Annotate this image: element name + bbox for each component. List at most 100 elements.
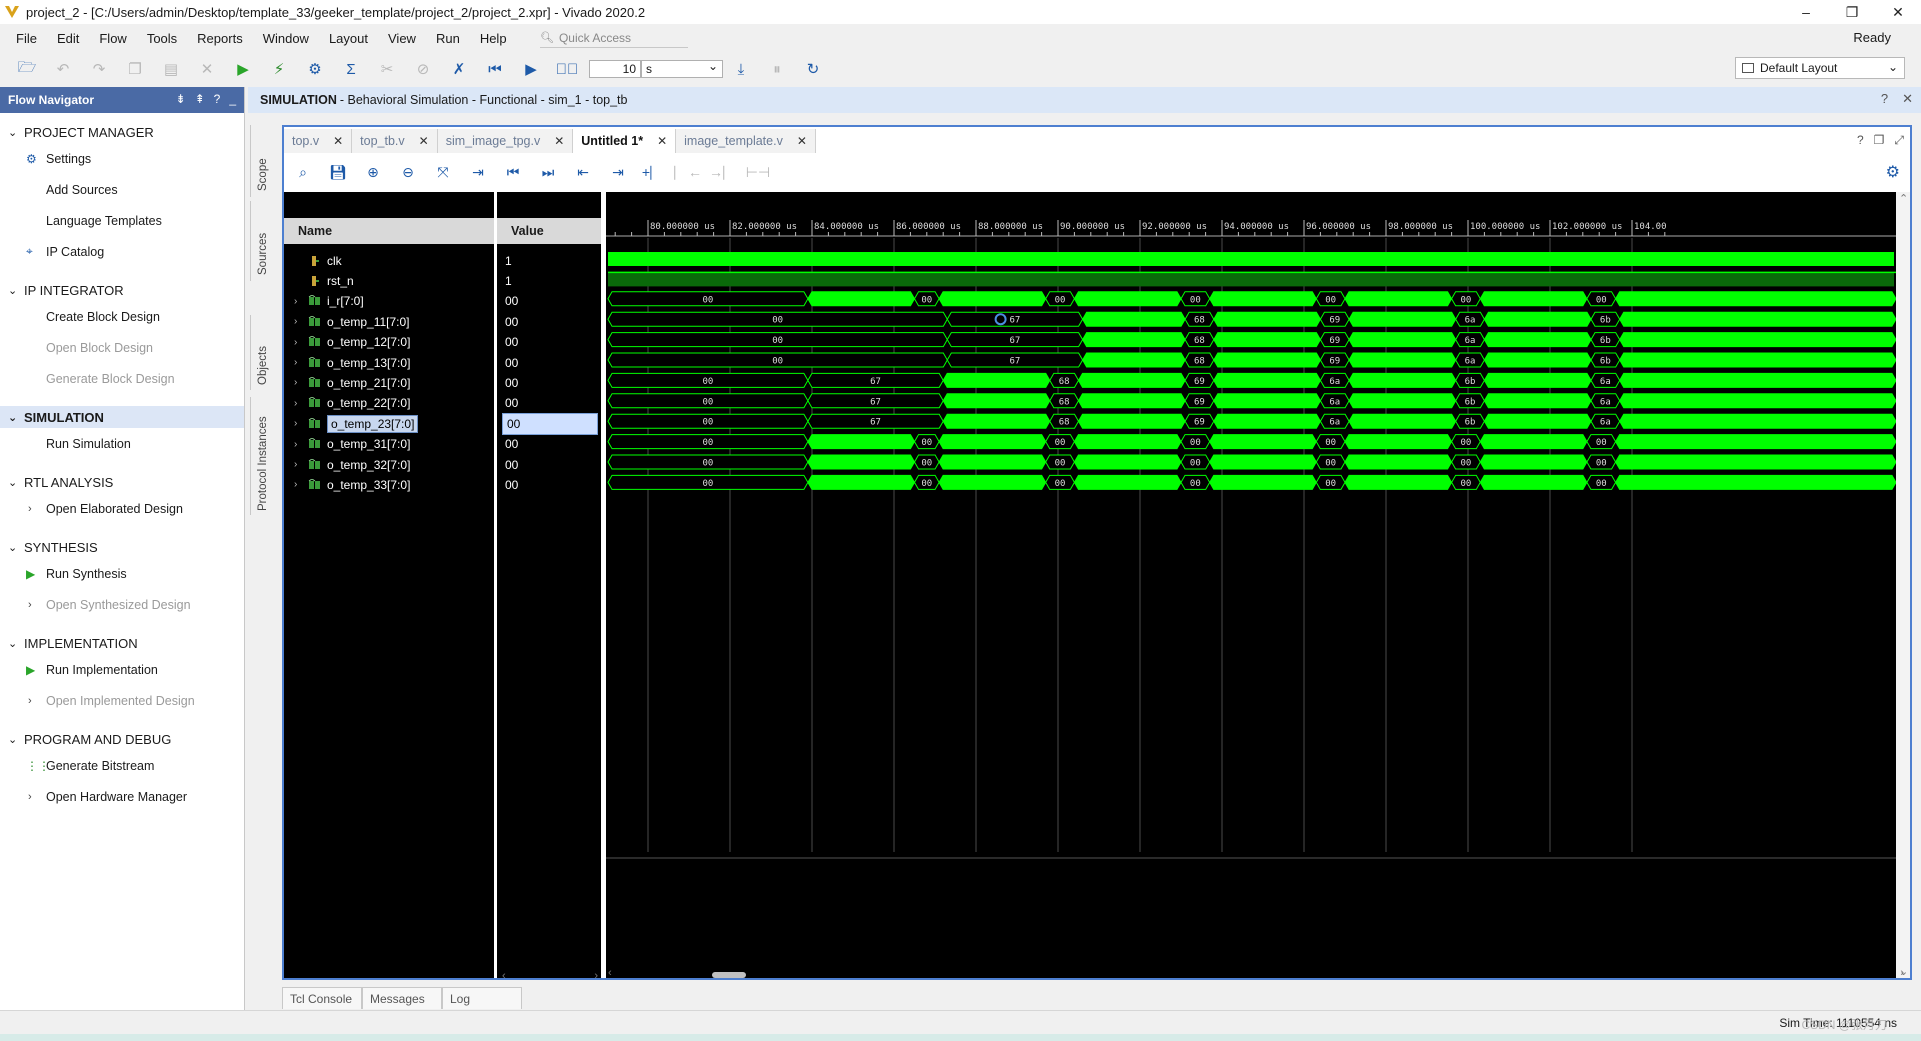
scroll-right-icon[interactable]: › — [594, 970, 598, 982]
menu-edit[interactable]: Edit — [47, 31, 89, 46]
restore-button[interactable]: ❐ — [1829, 0, 1875, 24]
menu-run[interactable]: Run — [426, 31, 470, 46]
step-icon[interactable]: ⤓ — [728, 57, 754, 81]
zoom-fit-icon[interactable]: ⤧ — [430, 161, 456, 183]
close-tab-icon[interactable]: ✕ — [797, 134, 807, 148]
nav-section-simulation[interactable]: ⌄ SIMULATION — [0, 406, 244, 428]
nav-item-add-sources[interactable]: Add Sources — [0, 174, 244, 205]
signal-value-row[interactable]: 00 — [497, 472, 601, 497]
nav-section-ip-integrator[interactable]: ⌄ IP INTEGRATOR — [0, 279, 244, 301]
program-device-icon[interactable]: ⚡ — [266, 57, 292, 81]
chevron-right-icon[interactable]: › — [28, 791, 32, 803]
copy-icon[interactable]: ❐ — [122, 57, 148, 81]
waveform-settings-gear-icon[interactable]: ⚙ — [1886, 162, 1900, 182]
help-icon[interactable]: ? — [1857, 133, 1864, 148]
minimize-button[interactable]: – — [1783, 0, 1829, 24]
run-time-input[interactable]: 10 — [589, 60, 641, 78]
signal-row[interactable]: › o_temp_33[7:0] — [284, 472, 494, 497]
menu-layout[interactable]: Layout — [319, 31, 378, 46]
nav-item-create-block-design[interactable]: Create Block Design — [0, 301, 244, 332]
scroll-right-icon[interactable]: › — [1900, 967, 1904, 979]
nav-item-open-implemented-design[interactable]: › Open Implemented Design — [0, 685, 244, 716]
nav-item-run-simulation[interactable]: Run Simulation — [0, 428, 244, 459]
go-to-end-icon[interactable]: ⏭ — [535, 161, 561, 183]
collapse-all-icon[interactable]: ⇟ — [176, 92, 186, 106]
close-tab-icon[interactable]: ✕ — [554, 134, 564, 148]
go-to-start-icon[interactable]: ⏮ — [500, 161, 526, 183]
close-tab-icon[interactable]: ✕ — [657, 134, 667, 148]
break-icon[interactable]: ⏸ — [764, 57, 790, 81]
tool-disabled-2-icon[interactable]: ⊘ — [410, 57, 436, 81]
editor-tab[interactable]: sim_image_tpg.v ✕ — [437, 129, 574, 153]
open-project-icon[interactable]: 🗁 — [14, 57, 40, 81]
layout-select[interactable]: Default Layout ⌄ — [1735, 57, 1905, 79]
restore-panel-icon[interactable]: ❐ — [1874, 133, 1885, 148]
menu-tools[interactable]: Tools — [137, 31, 187, 46]
chevron-right-icon[interactable]: › — [294, 398, 308, 409]
chevron-right-icon[interactable]: › — [28, 599, 32, 611]
paste-icon[interactable]: ▤ — [158, 57, 184, 81]
undo-icon[interactable]: ↶ — [50, 57, 76, 81]
redo-icon[interactable]: ↷ — [86, 57, 112, 81]
save-icon[interactable]: 💾︎ — [325, 161, 351, 183]
editor-tab[interactable]: image_template.v ✕ — [676, 129, 816, 153]
bottom-tab-messages[interactable]: Messages — [362, 987, 442, 1009]
previous-transition-icon[interactable]: ⇤ — [570, 161, 596, 183]
chevron-right-icon[interactable]: › — [28, 503, 32, 515]
delete-icon[interactable]: ✕ — [194, 57, 220, 81]
next-marker-icon[interactable]: →⎸ — [709, 161, 737, 183]
minimize-panel-icon[interactable]: _ — [229, 92, 236, 106]
nav-item-open-synthesized-design[interactable]: › Open Synthesized Design — [0, 589, 244, 620]
waveform-horizontal-scrollbar[interactable]: ‹ › — [606, 967, 1906, 980]
scrollbar-thumb[interactable] — [712, 972, 746, 978]
tool-disabled-icon[interactable]: ✂ — [374, 57, 400, 81]
close-tab-icon[interactable]: ✕ — [333, 134, 343, 148]
nav-item-generate-bitstream[interactable]: ⋮⋮ Generate Bitstream — [0, 750, 244, 781]
menu-flow[interactable]: Flow — [89, 31, 136, 46]
chevron-right-icon[interactable]: › — [294, 459, 308, 470]
add-marker-icon[interactable]: +⎸ — [640, 161, 666, 183]
editor-tab[interactable]: top_tb.v ✕ — [352, 129, 438, 153]
side-tab-objects[interactable]: Objects — [250, 315, 276, 390]
expand-all-icon[interactable]: ⇞ — [195, 92, 205, 106]
chevron-right-icon[interactable]: › — [294, 418, 308, 429]
zoom-out-icon[interactable]: ⊖ — [395, 161, 421, 183]
nav-section-implementation[interactable]: ⌄ IMPLEMENTATION — [0, 632, 244, 654]
run-time-unit-select[interactable]: s — [641, 58, 723, 78]
scroll-up-icon[interactable]: ⌃ — [1899, 192, 1908, 205]
nav-section-program-and-debug[interactable]: ⌄ PROGRAM AND DEBUG — [0, 728, 244, 750]
help-icon[interactable]: ? — [1881, 91, 1888, 107]
swap-cursors-icon[interactable]: ⊢⊣ — [745, 161, 771, 183]
close-icon[interactable]: ✕ — [1902, 91, 1913, 107]
nav-item-open-block-design[interactable]: Open Block Design — [0, 332, 244, 363]
menu-reports[interactable]: Reports — [187, 31, 253, 46]
chevron-right-icon[interactable]: › — [294, 296, 308, 307]
side-tab-scope[interactable]: Scope — [250, 125, 276, 197]
names-horizontal-scrollbar[interactable]: ‹ › — [499, 970, 601, 982]
nav-item-run-implementation[interactable]: ▶ Run Implementation — [0, 654, 244, 685]
chevron-right-icon[interactable]: › — [294, 337, 308, 348]
nav-item-language-templates[interactable]: Language Templates — [0, 205, 244, 236]
nav-section-synthesis[interactable]: ⌄ SYNTHESIS — [0, 536, 244, 558]
bottom-tab-log[interactable]: Log — [442, 987, 522, 1009]
run-icon[interactable]: ▶ — [230, 57, 256, 81]
next-transition-icon[interactable]: ⇥ — [605, 161, 631, 183]
bottom-tab-tcl-console[interactable]: Tcl Console — [282, 987, 362, 1009]
chevron-right-icon[interactable]: › — [28, 695, 32, 707]
chevron-right-icon[interactable]: › — [294, 316, 308, 327]
zoom-in-icon[interactable]: ⊕ — [360, 161, 386, 183]
nav-item-settings[interactable]: ⚙ Settings — [0, 143, 244, 174]
menu-view[interactable]: View — [378, 31, 426, 46]
settings-gear-icon[interactable]: ⚙ — [302, 57, 328, 81]
nav-item-open-elaborated-design[interactable]: › Open Elaborated Design — [0, 493, 244, 524]
nav-section-rtl-analysis[interactable]: ⌄ RTL ANALYSIS — [0, 471, 244, 493]
waveform-canvas[interactable]: 80.000000 us 82.000000 us 84.000000 us 86.0… — [606, 192, 1896, 978]
editor-tab[interactable]: Untitled 1* ✕ — [573, 129, 677, 153]
search-icon[interactable]: ⌕ — [290, 161, 316, 183]
menu-file[interactable]: File — [6, 31, 47, 46]
scroll-left-icon[interactable]: ‹ — [608, 967, 612, 979]
run-for-icon[interactable]: ▶⃒ — [554, 57, 580, 81]
nav-item-open-hardware-manager[interactable]: › Open Hardware Manager — [0, 781, 244, 812]
run-all-icon[interactable]: ▶ — [518, 57, 544, 81]
chevron-right-icon[interactable]: › — [294, 439, 308, 450]
